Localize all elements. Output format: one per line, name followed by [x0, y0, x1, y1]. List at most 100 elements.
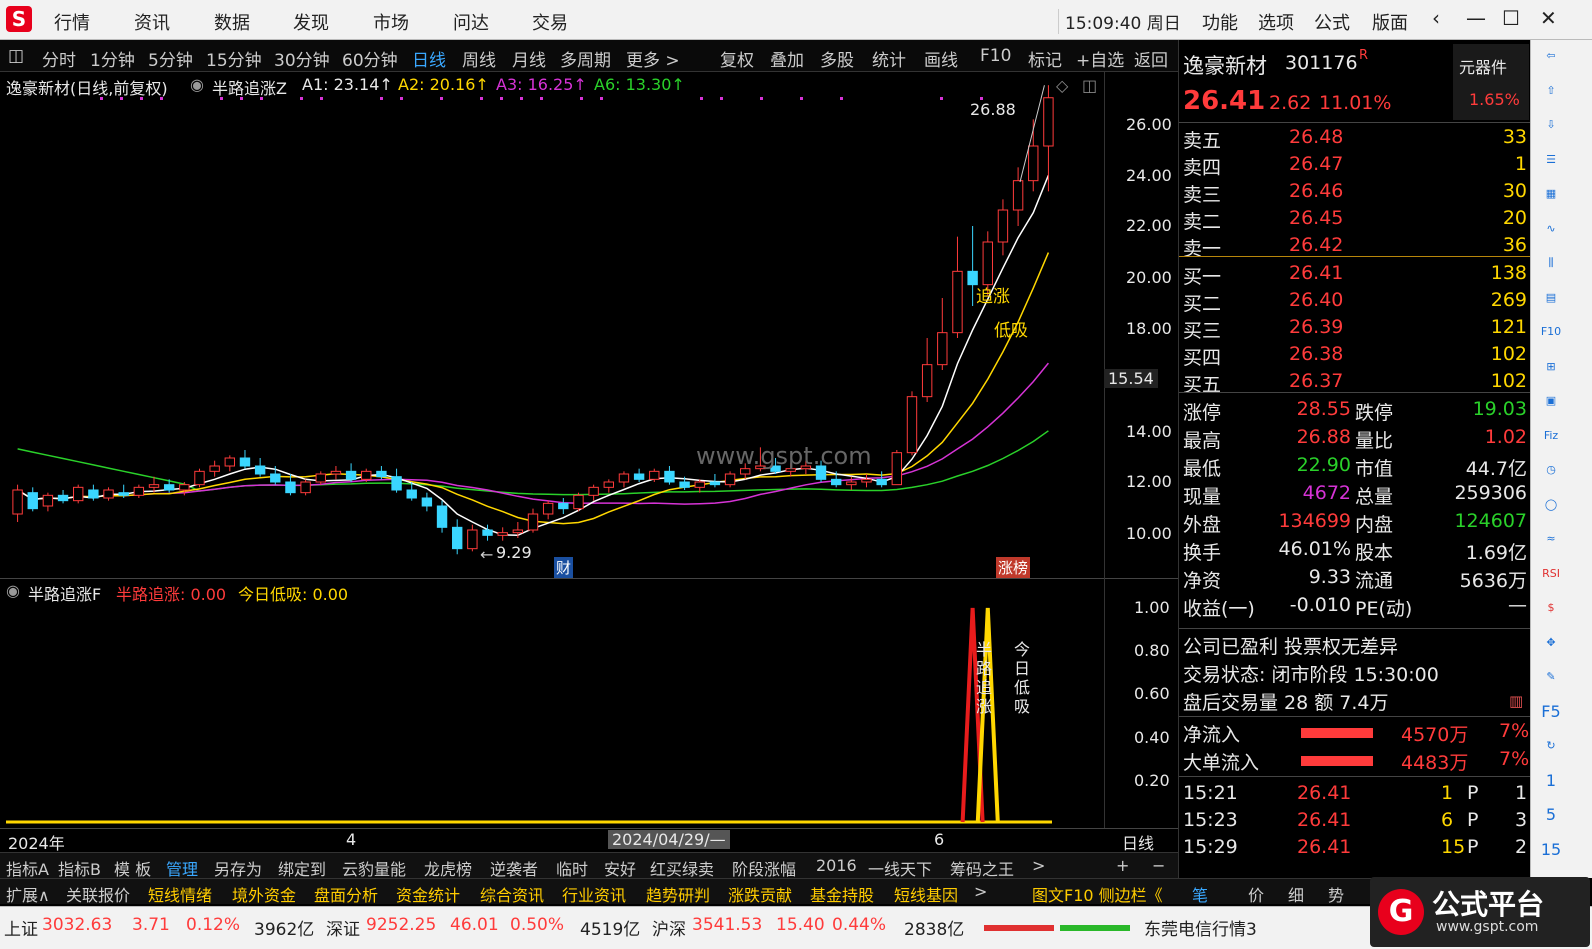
indicator-tab[interactable]: 另存为: [214, 856, 262, 880]
tab-shi[interactable]: 势: [1328, 882, 1344, 906]
grid-icon[interactable]: ▦: [1539, 182, 1563, 206]
tab-30min[interactable]: 30分钟: [274, 46, 330, 71]
zhangbang-mark[interactable]: 涨榜: [996, 557, 1031, 578]
bar-chart-icon[interactable]: ▥: [1509, 692, 1523, 710]
close-icon[interactable]: ✕: [1540, 6, 1557, 30]
wave-icon[interactable]: ≈: [1539, 527, 1563, 551]
1-icon[interactable]: 1: [1539, 769, 1563, 793]
extension-tab[interactable]: 短线情绪: [148, 882, 212, 906]
tab-xi[interactable]: 细: [1288, 882, 1304, 906]
pencil-icon[interactable]: ✎: [1539, 665, 1563, 689]
tab-fenshi[interactable]: 分时: [42, 46, 76, 71]
extension-tab[interactable]: 趋势研判: [646, 882, 710, 906]
cai-mark[interactable]: 财: [554, 557, 574, 578]
remove-pane-button[interactable]: −: [1152, 856, 1165, 875]
sz-label[interactable]: 深证: [326, 915, 360, 940]
dollar-icon[interactable]: $: [1539, 596, 1563, 620]
clock-icon[interactable]: ◷: [1539, 458, 1563, 482]
bid-price[interactable]: 26.39: [1289, 316, 1343, 338]
indicator-tab[interactable]: 指标A: [6, 856, 49, 880]
ask-price[interactable]: 26.42: [1289, 234, 1343, 256]
extension-tab[interactable]: 综合资讯: [480, 882, 544, 906]
tool-f10[interactable]: F10: [980, 46, 1011, 66]
f10-icon[interactable]: F10: [1539, 320, 1563, 344]
list-icon[interactable]: ☰: [1539, 148, 1563, 172]
sector-name[interactable]: 元器件: [1459, 54, 1507, 78]
menu-wenda[interactable]: 问达: [453, 9, 489, 35]
tool-tongji[interactable]: 统计: [872, 46, 906, 71]
indicator-tab[interactable]: 一线天下: [868, 856, 932, 880]
maximize-icon[interactable]: ☐: [1502, 6, 1520, 30]
extension-tab[interactable]: 关联报价: [66, 882, 130, 906]
indicator-tab[interactable]: 安好: [604, 856, 636, 880]
tab-5min[interactable]: 5分钟: [148, 46, 193, 71]
tool-biaoji[interactable]: 标记: [1028, 46, 1062, 71]
indicator-tab[interactable]: 管理: [166, 856, 198, 880]
app-logo[interactable]: S: [6, 6, 32, 32]
indicator-tab[interactable]: 指标B: [58, 856, 101, 880]
menu-xuanxiang[interactable]: 选项: [1258, 9, 1294, 35]
indicator-tab[interactable]: 2016: [816, 856, 857, 875]
indicator-tab[interactable]: 临时: [556, 856, 588, 880]
extension-tab[interactable]: 资金统计: [396, 882, 460, 906]
tab-multi-period[interactable]: 多周期: [560, 46, 611, 71]
line-chart-icon[interactable]: ∿: [1539, 217, 1563, 241]
f12-icon[interactable]: Fiz: [1539, 424, 1563, 448]
indicator-tab[interactable]: 筹码之王: [950, 856, 1014, 880]
split-view-icon[interactable]: ◫: [1082, 76, 1097, 95]
5-icon[interactable]: 5: [1539, 803, 1563, 827]
ask-price[interactable]: 26.47: [1289, 153, 1343, 175]
back-icon[interactable]: ‹: [1432, 6, 1440, 30]
indicator-tab[interactable]: 龙虎榜: [424, 856, 472, 880]
tab-more[interactable]: 更多 >: [626, 46, 680, 71]
indicator-tab[interactable]: >: [1032, 856, 1045, 875]
tab-weekly[interactable]: 周线: [462, 46, 496, 71]
add-pane-button[interactable]: +: [1116, 856, 1129, 875]
hs-label[interactable]: 沪深: [652, 915, 686, 940]
menu-shuju[interactable]: 数据: [214, 9, 250, 35]
tab-60min[interactable]: 60分钟: [342, 46, 398, 71]
tool-diejia[interactable]: 叠加: [770, 46, 804, 71]
move-icon[interactable]: ✥: [1539, 631, 1563, 655]
menu-banmian[interactable]: 版面: [1372, 9, 1408, 35]
pane-divider[interactable]: [0, 578, 1178, 579]
back-arrow-icon[interactable]: ⇦: [1539, 44, 1563, 68]
extension-tab[interactable]: 盘面分析: [314, 882, 378, 906]
indicator-tab[interactable]: 云豹量能: [342, 856, 406, 880]
tree-icon[interactable]: ⊞: [1539, 355, 1563, 379]
f5-icon[interactable]: F5: [1539, 700, 1563, 724]
extension-tab[interactable]: 境外资金: [232, 882, 296, 906]
tool-duogu[interactable]: 多股: [820, 46, 854, 71]
indicator-tab[interactable]: 绑定到: [278, 856, 326, 880]
bid-price[interactable]: 26.37: [1289, 370, 1343, 392]
extension-tab[interactable]: 基金持股: [810, 882, 874, 906]
down-arrow-icon[interactable]: ⇩: [1539, 113, 1563, 137]
doc-icon[interactable]: ▤: [1539, 286, 1563, 310]
ring-icon[interactable]: ◯: [1539, 493, 1563, 517]
sh-label[interactable]: 上证: [4, 915, 38, 940]
menu-gongneng[interactable]: 功能: [1202, 9, 1238, 35]
minimize-icon[interactable]: —: [1466, 6, 1486, 30]
tab-bi[interactable]: 笔: [1192, 882, 1208, 906]
tool-fuquan[interactable]: 复权: [720, 46, 754, 71]
signal-chart[interactable]: [0, 598, 1104, 830]
indicator-tab[interactable]: 红买绿卖: [650, 856, 714, 880]
tab-daily[interactable]: 日线: [412, 46, 446, 71]
rsi-icon[interactable]: RSI: [1539, 562, 1563, 586]
indicator-tab[interactable]: 阶段涨幅: [732, 856, 796, 880]
menu-zixun[interactable]: 资讯: [134, 9, 170, 35]
extension-tab[interactable]: 短线基因: [894, 882, 958, 906]
15-icon[interactable]: 15: [1539, 838, 1563, 862]
ask-price[interactable]: 26.45: [1289, 207, 1343, 229]
feed-source[interactable]: 东莞电信行情3: [1144, 915, 1257, 940]
menu-hangqing[interactable]: 行情: [54, 9, 90, 35]
bid-price[interactable]: 26.40: [1289, 289, 1343, 311]
tool-huaxian[interactable]: 画线: [924, 46, 958, 71]
extension-tab[interactable]: >: [974, 882, 987, 901]
extension-tab[interactable]: 行业资讯: [562, 882, 626, 906]
menu-shichang[interactable]: 市场: [373, 9, 409, 35]
candle-icon[interactable]: ⫼: [1539, 251, 1563, 275]
menu-gongshi[interactable]: 公式: [1314, 9, 1350, 35]
doc2-icon[interactable]: ▣: [1539, 389, 1563, 413]
up-arrow-icon[interactable]: ⇧: [1539, 79, 1563, 103]
